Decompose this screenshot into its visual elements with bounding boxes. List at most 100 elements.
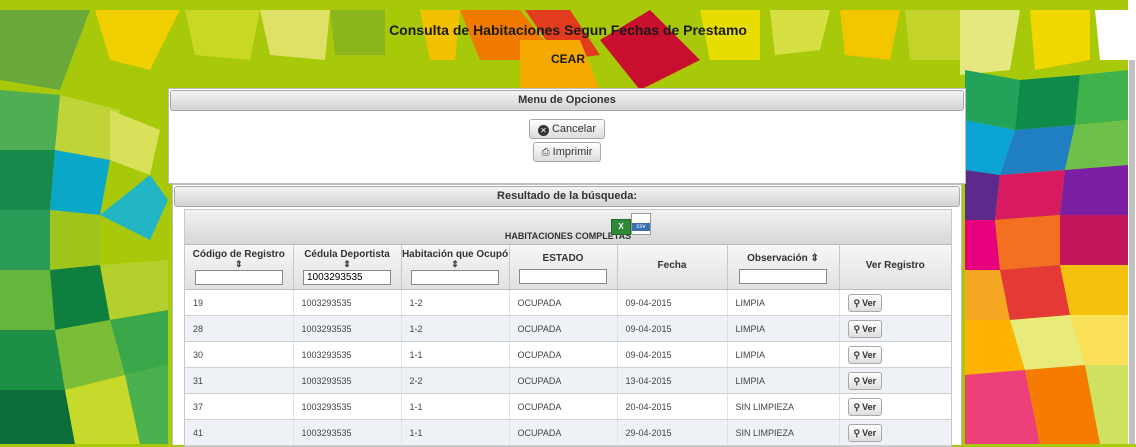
cell-cedula: 1003293535	[293, 289, 402, 316]
cell-observacion: SIN LIMPIEZA	[727, 393, 840, 420]
cell-fecha: 29-04-2015	[617, 419, 728, 446]
cell-ver: ⚲ Ver	[839, 289, 951, 316]
cell-fecha: 20-04-2015	[617, 393, 728, 420]
cell-estado: OCUPADA	[509, 341, 618, 368]
view-record-button[interactable]: ⚲ Ver	[847, 293, 883, 312]
search-icon: ⚲	[853, 349, 861, 360]
view-record-label: Ver	[862, 349, 877, 360]
csv-icon-label: csv	[632, 223, 650, 231]
cell-fecha: 09-04-2015	[617, 289, 728, 316]
view-record-button[interactable]: ⚲ Ver	[847, 397, 883, 416]
cell-fecha: 13-04-2015	[617, 367, 728, 394]
cell-habitacion: 1-2	[401, 289, 510, 316]
cell-ver: ⚲ Ver	[839, 341, 951, 368]
page-title: Consulta de Habitaciones Segun Fechas de…	[389, 22, 747, 38]
view-record-button[interactable]: ⚲ Ver	[847, 371, 883, 390]
column-header-cedula[interactable]: Cédula Deportista ⇕	[293, 245, 402, 290]
cell-cedula: 1003293535	[293, 419, 402, 446]
cell-ver: ⚲ Ver	[839, 367, 951, 394]
sort-icon[interactable]: ⇕	[185, 260, 293, 269]
grid-caption-text: HABITACIONES COMPLETAS	[504, 231, 632, 241]
filter-codigo-input[interactable]	[194, 270, 283, 285]
filter-cedula-input[interactable]	[303, 270, 391, 285]
cell-observacion: LIMPIA	[727, 315, 840, 342]
page-subtitle: CEAR	[550, 52, 585, 66]
cell-estado: OCUPADA	[509, 289, 618, 316]
cell-fecha: 09-04-2015	[617, 315, 728, 342]
column-label-observacion: Observación	[747, 253, 808, 264]
cell-codigo: 19	[185, 289, 294, 316]
search-icon: ⚲	[853, 375, 861, 386]
cell-cedula: 1003293535	[293, 315, 402, 342]
column-label-fecha: Fecha	[657, 260, 687, 271]
search-icon: ⚲	[853, 323, 861, 334]
cell-cedula: 1003293535	[293, 367, 402, 394]
cell-observacion: SIN LIMPIEZA	[727, 419, 840, 446]
table-header-row: Código de Registro⇕ Cédula Deportista⇕ H…	[185, 245, 951, 290]
cell-estado: OCUPADA	[509, 419, 618, 446]
results-panel-title: Resultado de la búsqueda:	[174, 186, 960, 207]
results-panel: Resultado de la búsqueda: HABITACIONES C…	[172, 184, 962, 447]
print-button-label: Imprimir	[552, 146, 593, 158]
cell-codigo: 37	[185, 393, 294, 420]
cell-ver: ⚲ Ver	[839, 393, 951, 420]
view-record-label: Ver	[862, 297, 877, 308]
search-icon: ⚲	[853, 401, 861, 412]
cell-observacion: LIMPIA	[727, 341, 840, 368]
view-record-button[interactable]: ⚲ Ver	[847, 345, 883, 364]
view-record-label: Ver	[862, 401, 877, 412]
cell-estado: OCUPADA	[509, 367, 618, 394]
view-record-label: Ver	[862, 323, 877, 334]
cell-observacion: LIMPIA	[727, 367, 840, 394]
print-button[interactable]: ⎙ Imprimir	[532, 142, 602, 162]
table-row: 37 1003293535 1-1 OCUPADA 20-04-2015 SIN…	[185, 393, 951, 420]
page-scrollbar[interactable]	[1128, 0, 1136, 444]
column-label-estado: ESTADO	[542, 253, 584, 264]
table-row: 19 1003293535 1-2 OCUPADA 09-04-2015 LIM…	[185, 289, 951, 316]
column-header-observacion[interactable]: Observación ⇕	[727, 245, 840, 290]
table-row: 41 1003293535 1-1 OCUPADA 29-04-2015 SIN…	[185, 419, 951, 446]
page-header: Consulta de Habitaciones Segun Fechas de…	[0, 22, 1136, 66]
grid-caption: HABITACIONES COMPLETAS X csv	[185, 210, 951, 245]
cell-ver: ⚲ Ver	[839, 419, 951, 446]
column-header-habitacion[interactable]: Habitación que Ocupó ⇕	[401, 245, 510, 290]
table-row: 28 1003293535 1-2 OCUPADA 09-04-2015 LIM…	[185, 315, 951, 342]
sort-icon[interactable]: ⇕	[294, 260, 401, 269]
cell-ver: ⚲ Ver	[839, 315, 951, 342]
cell-cedula: 1003293535	[293, 393, 402, 420]
cell-habitacion: 1-2	[401, 315, 510, 342]
print-icon: ⎙	[541, 147, 550, 158]
scrollbar-thumb[interactable]	[1129, 60, 1135, 444]
search-icon: ⚲	[853, 427, 861, 438]
cell-observacion: LIMPIA	[727, 289, 840, 316]
csv-icon[interactable]: csv	[631, 213, 651, 235]
view-record-label: Ver	[862, 427, 877, 438]
cell-habitacion: 2-2	[401, 367, 510, 394]
column-header-estado: ESTADO	[509, 245, 618, 290]
search-icon: ⚲	[853, 297, 861, 308]
cell-habitacion: 1-1	[401, 419, 510, 446]
cell-habitacion: 1-1	[401, 393, 510, 420]
table-row: 30 1003293535 1-1 OCUPADA 09-04-2015 LIM…	[185, 341, 951, 368]
cell-codigo: 31	[185, 367, 294, 394]
view-record-label: Ver	[862, 375, 877, 386]
view-record-button[interactable]: ⚲ Ver	[847, 423, 883, 442]
cancel-button[interactable]: ✕ Cancelar	[528, 119, 606, 139]
cell-codigo: 28	[185, 315, 294, 342]
view-record-button[interactable]: ⚲ Ver	[847, 319, 883, 338]
sort-icon[interactable]: ⇕	[402, 260, 509, 269]
sort-icon[interactable]: ⇕	[810, 253, 818, 264]
filter-habitacion-input[interactable]	[411, 270, 499, 285]
cell-codigo: 30	[185, 341, 294, 368]
results-table: Código de Registro⇕ Cédula Deportista⇕ H…	[185, 245, 951, 446]
table-row: 31 1003293535 2-2 OCUPADA 13-04-2015 LIM…	[185, 367, 951, 394]
filter-estado-input[interactable]	[519, 269, 607, 284]
excel-icon[interactable]: X	[611, 219, 631, 235]
cell-cedula: 1003293535	[293, 341, 402, 368]
filter-observacion-input[interactable]	[739, 269, 827, 284]
results-grid: HABITACIONES COMPLETAS X csv Código de R…	[184, 209, 952, 447]
options-panel-title: Menu de Opciones	[170, 90, 964, 111]
column-header-codigo[interactable]: Código de Registro ⇕	[185, 245, 294, 290]
close-icon: ✕	[537, 125, 549, 136]
cell-habitacion: 1-1	[401, 341, 510, 368]
